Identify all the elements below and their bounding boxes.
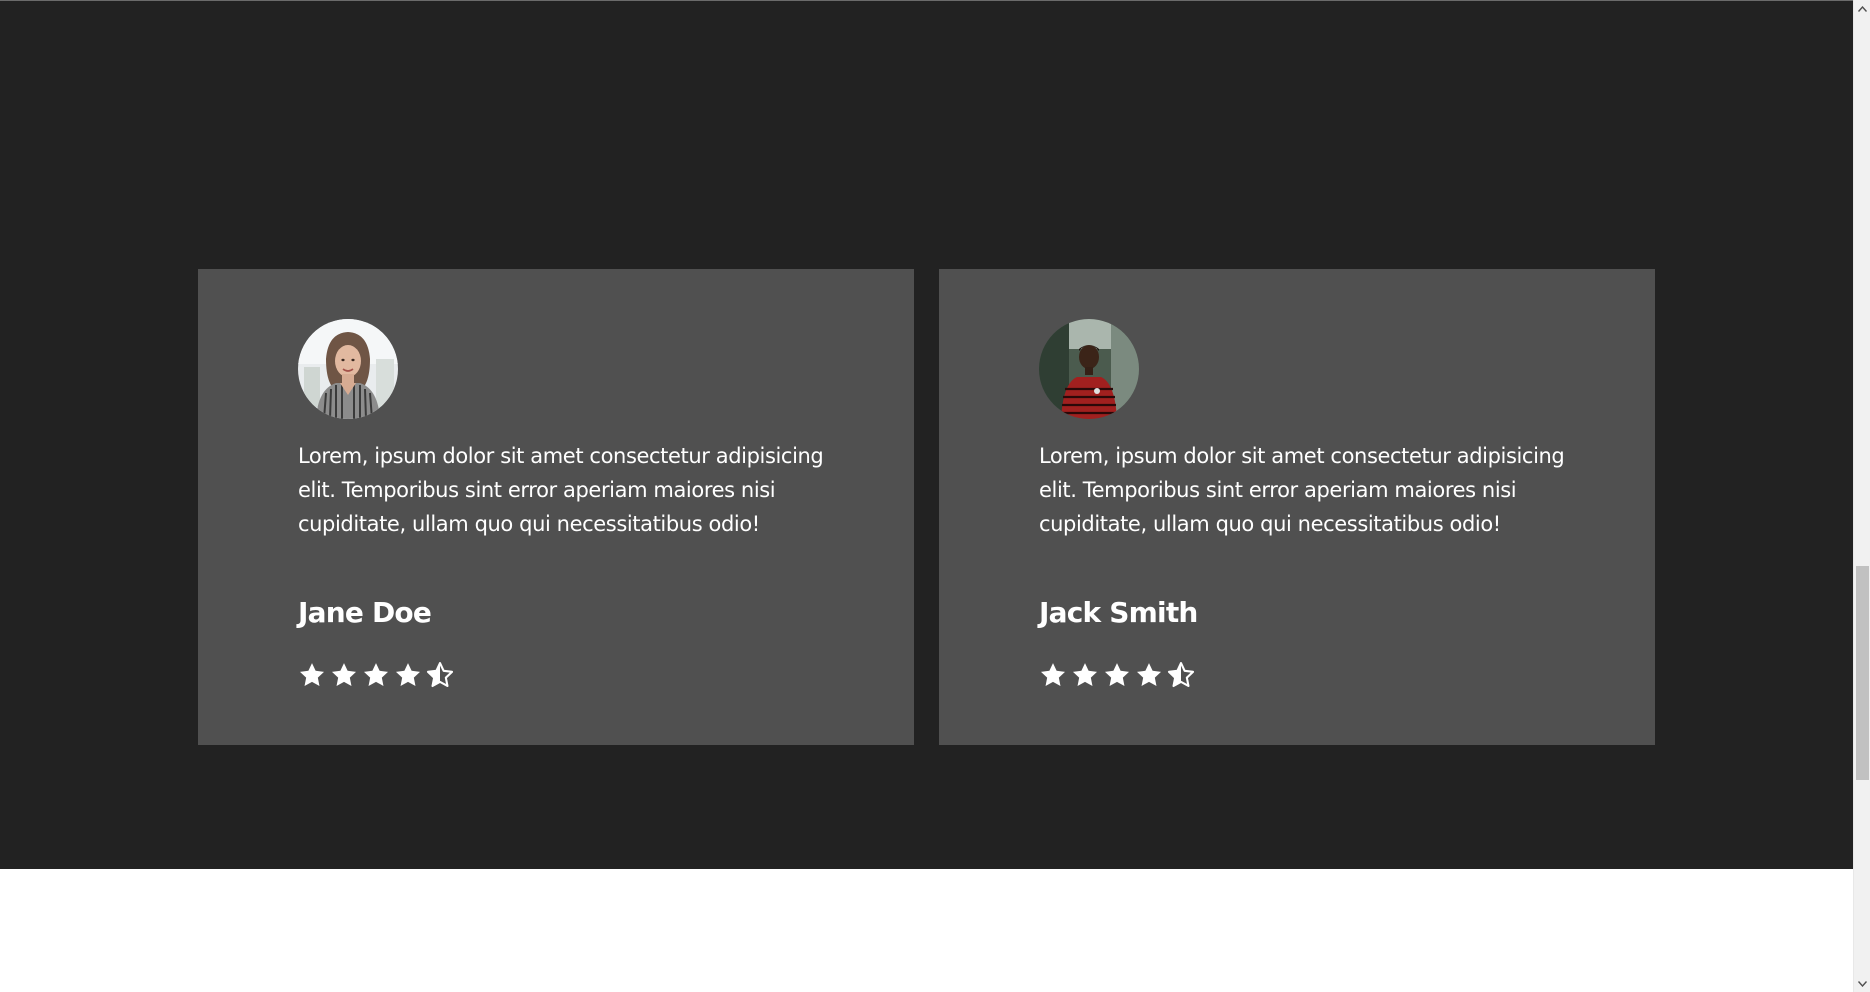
chevron-down-icon[interactable] <box>1854 975 1870 992</box>
star-full-icon <box>1072 663 1098 686</box>
avatar-image <box>1039 319 1139 419</box>
testimonial-quote: Lorem, ipsum dolor sit amet consectetur … <box>1039 444 1565 536</box>
star-half-icon <box>426 662 454 688</box>
testimonial-card-jack-smith: Lorem, ipsum dolor sit amet consectetur … <box>939 269 1655 745</box>
woman-portrait-avatar <box>298 319 398 419</box>
star-full-icon <box>395 663 421 686</box>
testimonial-card-jane-doe: Lorem, ipsum dolor sit amet consectetur … <box>198 269 914 745</box>
star-full-icon <box>1136 663 1162 686</box>
testimonial-author-name: Jack Smith <box>1039 596 1198 629</box>
man-portrait-avatar <box>1039 319 1139 419</box>
star-rating <box>298 661 454 691</box>
scrollbar-thumb[interactable] <box>1856 566 1869 780</box>
vertical-scrollbar[interactable] <box>1853 0 1870 992</box>
testimonials-section: Lorem, ipsum dolor sit amet consectetur … <box>0 1 1853 869</box>
star-full-icon <box>363 663 389 686</box>
page: Lorem, ipsum dolor sit amet consectetur … <box>0 0 1870 992</box>
star-full-icon <box>331 663 357 686</box>
testimonial-author-name: Jane Doe <box>298 596 432 629</box>
star-full-icon <box>1104 663 1130 686</box>
star-half-icon <box>1167 662 1195 688</box>
avatar-image <box>298 319 398 419</box>
star-full-icon <box>299 663 325 686</box>
testimonial-quote: Lorem, ipsum dolor sit amet consectetur … <box>298 444 824 536</box>
star-full-icon <box>1040 663 1066 686</box>
chevron-up-icon[interactable] <box>1854 0 1870 17</box>
star-rating <box>1039 661 1195 691</box>
next-section <box>0 869 1853 992</box>
